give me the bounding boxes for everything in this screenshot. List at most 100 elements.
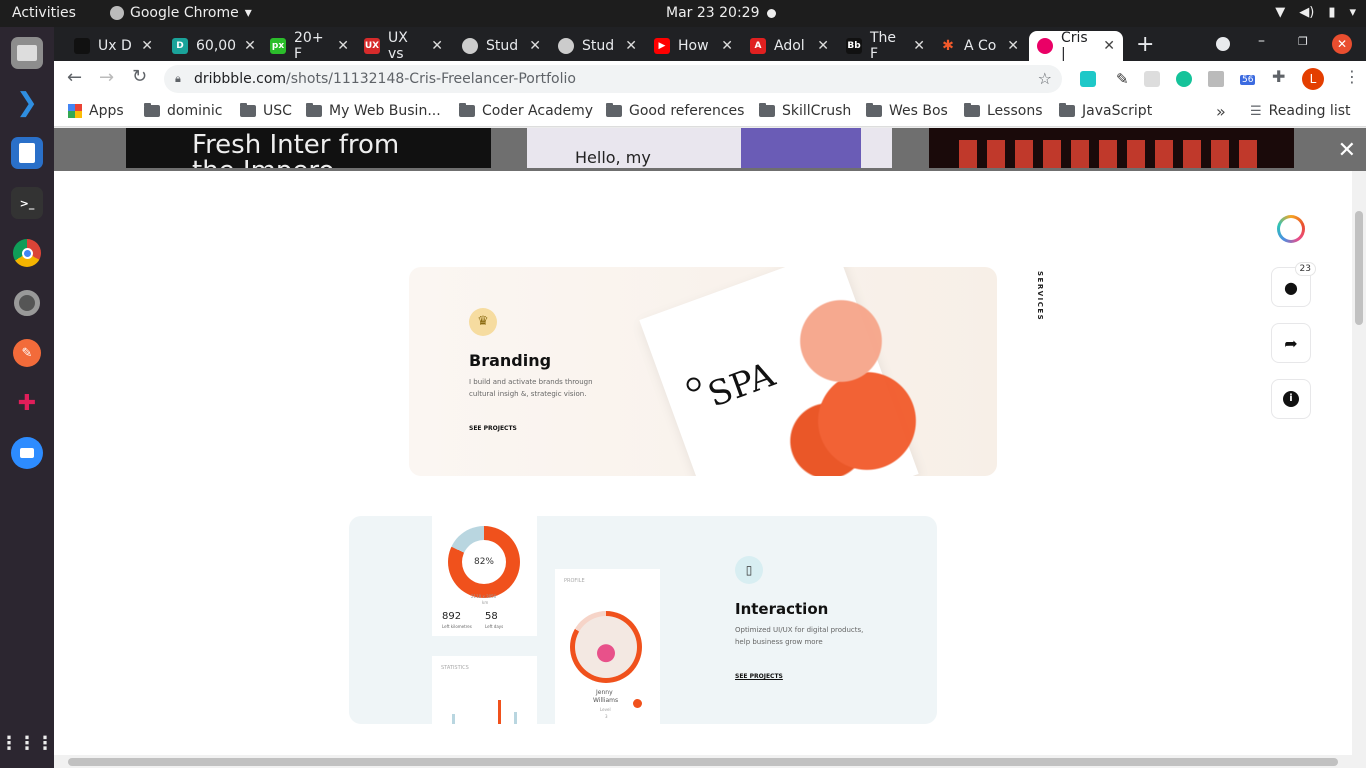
scroll-thumb[interactable]: [1355, 211, 1363, 325]
reading-list[interactable]: ☰ Reading list: [1250, 103, 1351, 119]
app-name: Google Chrome: [130, 5, 239, 21]
extension-icon[interactable]: [1208, 71, 1224, 87]
tab[interactable]: ✱ A Co ✕: [932, 31, 1027, 61]
close-window-icon[interactable]: ✕: [1332, 34, 1352, 54]
tab-active[interactable]: Cris | ✕: [1029, 31, 1123, 61]
bookmark-folder[interactable]: JavaScript: [1059, 103, 1152, 119]
bookmark-folder[interactable]: Lessons: [964, 103, 1043, 119]
branding-title: Branding: [469, 351, 552, 370]
settings-icon[interactable]: [11, 287, 43, 319]
horizontal-scrollbar[interactable]: [54, 755, 1352, 768]
info-button[interactable]: i: [1271, 379, 1311, 419]
share-button[interactable]: ➦: [1271, 323, 1311, 363]
close-tab-icon[interactable]: ✕: [244, 38, 256, 54]
clock[interactable]: Mar 23 20:29: [666, 5, 759, 21]
more-bookmarks-icon[interactable]: »: [1216, 102, 1226, 121]
tab[interactable]: Stud ✕: [550, 31, 645, 61]
close-tab-icon[interactable]: ✕: [913, 38, 925, 54]
close-tab-icon[interactable]: ✕: [529, 38, 541, 54]
close-tab-icon[interactable]: ✕: [625, 38, 637, 54]
loading-spinner-icon: [1277, 215, 1305, 243]
restore-icon[interactable]: ❐: [1298, 35, 1308, 48]
comment-icon: ●: [1284, 277, 1298, 297]
close-tab-icon[interactable]: ✕: [431, 38, 443, 54]
stats-panel: 82% 2118 x 2050 km 892 Left kilometres 5…: [432, 516, 537, 636]
profile-avatar[interactable]: L: [1302, 68, 1324, 90]
address-bar[interactable]: 🔒︎ dribbble.com/shots/11132148-Cris-Free…: [164, 65, 1062, 93]
vertical-scrollbar[interactable]: [1352, 171, 1366, 768]
vscode-icon[interactable]: ❯: [11, 87, 43, 119]
bookmark-folder[interactable]: Wes Bos: [866, 103, 948, 119]
tab[interactable]: Bb The F ✕: [838, 31, 933, 61]
extension-icon[interactable]: [1080, 71, 1096, 87]
close-modal-icon[interactable]: ✕: [1338, 138, 1356, 163]
tab[interactable]: Stud ✕: [454, 31, 549, 61]
tab-label: Stud: [582, 38, 615, 54]
show-apps-icon[interactable]: ⋮⋮⋮: [0, 727, 54, 759]
chrome-icon[interactable]: [11, 237, 43, 269]
url-path: /shots/11132148-Cris-Freelancer-Portfoli…: [286, 71, 576, 87]
extension-icon[interactable]: ✎: [1116, 70, 1129, 88]
bookmark-folder[interactable]: SkillCrush: [759, 103, 851, 119]
zoom-icon[interactable]: [11, 437, 43, 469]
tab-label: Ux D: [98, 38, 132, 54]
bookmark-folder[interactable]: Good references: [606, 103, 744, 119]
system-tray[interactable]: ▼ ◀) ▮ ▾: [1275, 5, 1356, 20]
bookmark-apps[interactable]: Apps: [68, 103, 124, 119]
tab[interactable]: px 20+ F ✕: [262, 31, 357, 61]
dribbble-icon: [1037, 38, 1053, 54]
new-tab-icon[interactable]: +: [1136, 32, 1154, 57]
branding-see-projects[interactable]: SEE PROJECTS: [469, 425, 517, 432]
scroll-thumb[interactable]: [68, 758, 1338, 766]
bookmark-label: Good references: [629, 103, 745, 119]
forward-icon[interactable]: →: [99, 67, 114, 88]
background-shot[interactable]: Hello, my: [527, 128, 892, 168]
background-shot[interactable]: [929, 128, 1294, 168]
extensions-puzzle-icon[interactable]: ✚: [1272, 67, 1285, 86]
tab[interactable]: ▶ How ✕: [646, 31, 741, 61]
tab-label: Adol: [774, 38, 805, 54]
extension-badge[interactable]: 56: [1240, 75, 1256, 85]
tab[interactable]: Ux D ✕: [66, 31, 161, 61]
extension-icon[interactable]: [1144, 71, 1160, 87]
text-editor-icon[interactable]: [11, 137, 43, 169]
bookmark-folder[interactable]: Coder Academy: [459, 103, 593, 119]
slack-icon[interactable]: ✚: [11, 387, 43, 419]
reload-icon[interactable]: ↻: [132, 66, 147, 87]
close-tab-icon[interactable]: ✕: [817, 38, 829, 54]
bookmark-folder[interactable]: USC: [240, 103, 292, 119]
branding-desc-2: cultural insigh &, strategic vision.: [469, 390, 587, 398]
interaction-desc-2: help business grow more: [735, 638, 823, 646]
tab[interactable]: D 60,00 ✕: [164, 31, 259, 61]
back-icon[interactable]: ←: [67, 67, 82, 88]
profile-ring: [570, 611, 642, 683]
range-unit: km: [482, 600, 489, 605]
folder-icon: [759, 103, 775, 117]
close-tab-icon[interactable]: ✕: [1007, 38, 1019, 54]
interaction-see-projects[interactable]: SEE PROJECTS: [735, 673, 783, 680]
menu-kebab-icon[interactable]: ⋮: [1344, 67, 1360, 86]
postman-icon[interactable]: ✎: [11, 337, 43, 369]
tab-label: UX vs: [388, 31, 408, 61]
terminal-icon[interactable]: >_: [11, 187, 43, 219]
close-tab-icon[interactable]: ✕: [1103, 38, 1115, 54]
tab-search-icon[interactable]: [1216, 37, 1230, 51]
close-tab-icon[interactable]: ✕: [337, 38, 349, 54]
bookmark-star-icon[interactable]: ☆: [1038, 69, 1052, 88]
close-tab-icon[interactable]: ✕: [141, 38, 153, 54]
app-menu[interactable]: Google Chrome ▾: [110, 5, 252, 21]
activities-button[interactable]: Activities: [12, 5, 76, 21]
tab[interactable]: A Adol ✕: [742, 31, 837, 61]
minimize-icon[interactable]: –: [1258, 33, 1265, 49]
grammarly-icon[interactable]: [1176, 71, 1192, 87]
bookmark-folder[interactable]: dominic: [144, 103, 222, 119]
background-shot[interactable]: Fresh Inter from the Impero: [126, 128, 491, 168]
files-icon[interactable]: [11, 37, 43, 69]
comments-button[interactable]: ● 23: [1271, 262, 1316, 307]
statistics-panel: STATISTICS: [432, 656, 537, 724]
close-tab-icon[interactable]: ✕: [721, 38, 733, 54]
target-icon: [684, 375, 703, 394]
bookmark-folder[interactable]: My Web Busin...: [306, 103, 441, 119]
tab[interactable]: UX UX vs ✕: [356, 31, 451, 61]
bookmark-label: My Web Busin...: [329, 103, 441, 119]
